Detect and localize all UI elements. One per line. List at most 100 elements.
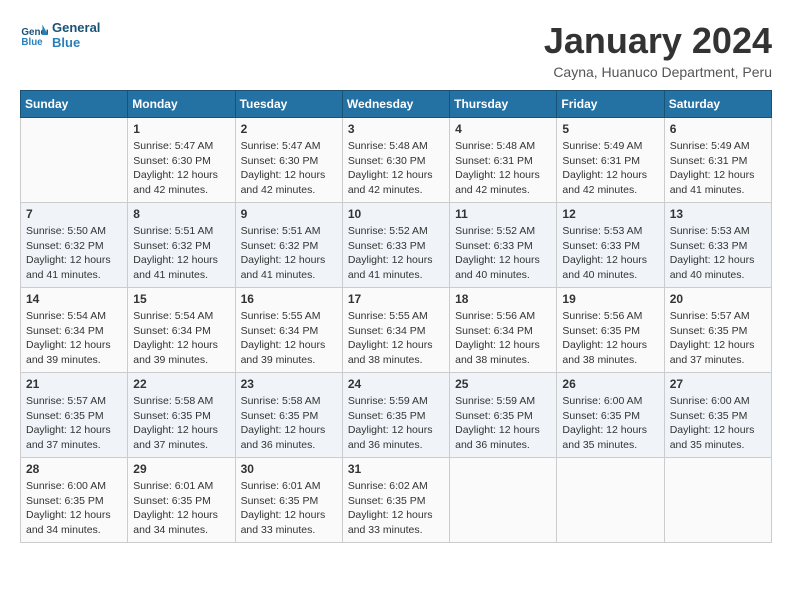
calendar-cell: 15 Sunrise: 5:54 AMSunset: 6:34 PMDayligh… <box>128 288 235 373</box>
day-number: 8 <box>133 207 229 221</box>
day-number: 7 <box>26 207 122 221</box>
day-info: Sunrise: 5:48 AMSunset: 6:30 PMDaylight:… <box>348 139 444 198</box>
day-info: Sunrise: 5:47 AMSunset: 6:30 PMDaylight:… <box>133 139 229 198</box>
calendar-cell: 17 Sunrise: 5:55 AMSunset: 6:34 PMDayligh… <box>342 288 449 373</box>
day-info: Sunrise: 5:54 AMSunset: 6:34 PMDaylight:… <box>133 309 229 368</box>
header: General Blue General Blue January 2024 C… <box>20 20 772 80</box>
calendar-cell: 11Sunrise: 5:52 AMSunset: 6:33 PMDayligh… <box>450 203 557 288</box>
day-number: 26 <box>562 377 658 391</box>
day-number: 23 <box>241 377 337 391</box>
day-info: Sunrise: 5:57 AMSunset: 6:35 PMDaylight:… <box>670 309 766 368</box>
day-number: 4 <box>455 122 551 136</box>
day-info: Sunrise: 5:48 AMSunset: 6:31 PMDaylight:… <box>455 139 551 198</box>
day-info: Sunrise: 6:00 AMSunset: 6:35 PMDaylight:… <box>562 394 658 453</box>
day-info: Sunrise: 5:52 AMSunset: 6:33 PMDaylight:… <box>348 224 444 283</box>
day-info: Sunrise: 5:55 AMSunset: 6:34 PMDaylight:… <box>241 309 337 368</box>
day-info: Sunrise: 5:58 AMSunset: 6:35 PMDaylight:… <box>133 394 229 453</box>
calendar-cell: 18Sunrise: 5:56 AMSunset: 6:34 PMDayligh… <box>450 288 557 373</box>
week-row-3: 14 Sunrise: 5:54 AMSunset: 6:34 PMDayligh… <box>21 288 772 373</box>
day-number: 19 <box>562 292 658 306</box>
day-number: 27 <box>670 377 766 391</box>
calendar-cell: 16Sunrise: 5:55 AMSunset: 6:34 PMDayligh… <box>235 288 342 373</box>
calendar-header: SundayMondayTuesdayWednesdayThursdayFrid… <box>21 91 772 118</box>
calendar-cell: 27 Sunrise: 6:00 AMSunset: 6:35 PMDayligh… <box>664 373 771 458</box>
calendar-cell: 19 Sunrise: 5:56 AMSunset: 6:35 PMDayligh… <box>557 288 664 373</box>
calendar-cell <box>557 458 664 543</box>
calendar-cell: 31 Sunrise: 6:02 AMSunset: 6:35 PMDayligh… <box>342 458 449 543</box>
day-info: Sunrise: 5:47 AMSunset: 6:30 PMDaylight:… <box>241 139 337 198</box>
calendar-cell: 28 Sunrise: 6:00 AMSunset: 6:35 PMDayligh… <box>21 458 128 543</box>
calendar-cell <box>21 118 128 203</box>
day-info: Sunrise: 5:54 AMSunset: 6:34 PMDaylight:… <box>26 309 122 368</box>
day-info: Sunrise: 5:52 AMSunset: 6:33 PMDaylight:… <box>455 224 551 283</box>
day-number: 14 <box>26 292 122 306</box>
day-info: Sunrise: 5:49 AMSunset: 6:31 PMDaylight:… <box>670 139 766 198</box>
day-number: 6 <box>670 122 766 136</box>
day-info: Sunrise: 5:53 AMSunset: 6:33 PMDaylight:… <box>670 224 766 283</box>
svg-text:Blue: Blue <box>21 37 43 48</box>
day-number: 13 <box>670 207 766 221</box>
calendar-cell: 6 Sunrise: 5:49 AMSunset: 6:31 PMDaylight… <box>664 118 771 203</box>
day-info: Sunrise: 5:51 AMSunset: 6:32 PMDaylight:… <box>133 224 229 283</box>
day-number: 28 <box>26 462 122 476</box>
logo-icon: General Blue <box>20 21 48 49</box>
day-info: Sunrise: 5:59 AMSunset: 6:35 PMDaylight:… <box>455 394 551 453</box>
week-row-1: 1 Sunrise: 5:47 AMSunset: 6:30 PMDaylight… <box>21 118 772 203</box>
calendar-cell: 14 Sunrise: 5:54 AMSunset: 6:34 PMDayligh… <box>21 288 128 373</box>
day-number: 17 <box>348 292 444 306</box>
day-number: 1 <box>133 122 229 136</box>
calendar-cell: 24Sunrise: 5:59 AMSunset: 6:35 PMDayligh… <box>342 373 449 458</box>
day-number: 3 <box>348 122 444 136</box>
day-number: 20 <box>670 292 766 306</box>
calendar-table: SundayMondayTuesdayWednesdayThursdayFrid… <box>20 90 772 543</box>
day-number: 25 <box>455 377 551 391</box>
header-cell-sunday: Sunday <box>21 91 128 118</box>
day-info: Sunrise: 5:56 AMSunset: 6:35 PMDaylight:… <box>562 309 658 368</box>
day-info: Sunrise: 6:00 AMSunset: 6:35 PMDaylight:… <box>26 479 122 538</box>
day-number: 2 <box>241 122 337 136</box>
day-number: 15 <box>133 292 229 306</box>
day-info: Sunrise: 5:49 AMSunset: 6:31 PMDaylight:… <box>562 139 658 198</box>
calendar-cell: 29Sunrise: 6:01 AMSunset: 6:35 PMDayligh… <box>128 458 235 543</box>
day-number: 5 <box>562 122 658 136</box>
calendar-cell: 2 Sunrise: 5:47 AMSunset: 6:30 PMDaylight… <box>235 118 342 203</box>
day-number: 9 <box>241 207 337 221</box>
header-cell-thursday: Thursday <box>450 91 557 118</box>
header-cell-tuesday: Tuesday <box>235 91 342 118</box>
day-info: Sunrise: 5:50 AMSunset: 6:32 PMDaylight:… <box>26 224 122 283</box>
calendar-cell: 25 Sunrise: 5:59 AMSunset: 6:35 PMDayligh… <box>450 373 557 458</box>
calendar-cell <box>664 458 771 543</box>
day-info: Sunrise: 5:51 AMSunset: 6:32 PMDaylight:… <box>241 224 337 283</box>
calendar-cell: 13 Sunrise: 5:53 AMSunset: 6:33 PMDayligh… <box>664 203 771 288</box>
day-number: 18 <box>455 292 551 306</box>
calendar-cell <box>450 458 557 543</box>
week-row-5: 28 Sunrise: 6:00 AMSunset: 6:35 PMDayligh… <box>21 458 772 543</box>
header-cell-friday: Friday <box>557 91 664 118</box>
calendar-cell: 3 Sunrise: 5:48 AMSunset: 6:30 PMDaylight… <box>342 118 449 203</box>
header-cell-wednesday: Wednesday <box>342 91 449 118</box>
calendar-cell: 12Sunrise: 5:53 AMSunset: 6:33 PMDayligh… <box>557 203 664 288</box>
day-info: Sunrise: 6:02 AMSunset: 6:35 PMDaylight:… <box>348 479 444 538</box>
day-number: 10 <box>348 207 444 221</box>
day-info: Sunrise: 6:01 AMSunset: 6:35 PMDaylight:… <box>133 479 229 538</box>
calendar-cell: 21 Sunrise: 5:57 AMSunset: 6:35 PMDayligh… <box>21 373 128 458</box>
title-area: January 2024 Cayna, Huanuco Department, … <box>544 20 772 80</box>
week-row-2: 7 Sunrise: 5:50 AMSunset: 6:32 PMDaylight… <box>21 203 772 288</box>
calendar-subtitle: Cayna, Huanuco Department, Peru <box>544 64 772 80</box>
logo: General Blue General Blue <box>20 20 100 50</box>
logo-text-general: General <box>52 20 100 35</box>
day-info: Sunrise: 5:59 AMSunset: 6:35 PMDaylight:… <box>348 394 444 453</box>
day-info: Sunrise: 6:01 AMSunset: 6:35 PMDaylight:… <box>241 479 337 538</box>
header-cell-saturday: Saturday <box>664 91 771 118</box>
day-number: 31 <box>348 462 444 476</box>
calendar-cell: 20 Sunrise: 5:57 AMSunset: 6:35 PMDayligh… <box>664 288 771 373</box>
calendar-cell: 1 Sunrise: 5:47 AMSunset: 6:30 PMDaylight… <box>128 118 235 203</box>
day-info: Sunrise: 5:57 AMSunset: 6:35 PMDaylight:… <box>26 394 122 453</box>
header-row: SundayMondayTuesdayWednesdayThursdayFrid… <box>21 91 772 118</box>
day-info: Sunrise: 6:00 AMSunset: 6:35 PMDaylight:… <box>670 394 766 453</box>
day-info: Sunrise: 5:55 AMSunset: 6:34 PMDaylight:… <box>348 309 444 368</box>
day-number: 21 <box>26 377 122 391</box>
calendar-cell: 9 Sunrise: 5:51 AMSunset: 6:32 PMDaylight… <box>235 203 342 288</box>
calendar-cell: 8 Sunrise: 5:51 AMSunset: 6:32 PMDaylight… <box>128 203 235 288</box>
header-cell-monday: Monday <box>128 91 235 118</box>
